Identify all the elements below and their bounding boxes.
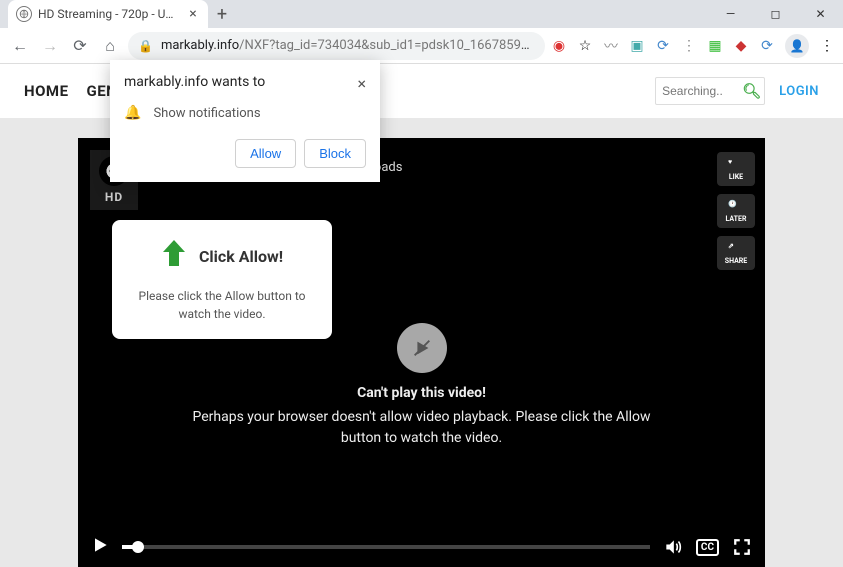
ext-icon-5[interactable]: ⋮ [681, 38, 697, 54]
star-icon[interactable]: ☆ [577, 38, 593, 54]
ext-icon-2[interactable]: 〰 [603, 38, 619, 54]
reload-button[interactable]: ⟳ [68, 34, 92, 58]
progress-thumb[interactable] [132, 541, 144, 553]
notification-close-icon[interactable]: × [357, 74, 366, 93]
url-path: /NXF?tag_id=734034&sub_id1=pdsk10_166785… [239, 38, 535, 53]
browser-tab[interactable]: HD Streaming - 720p - Unlimite × [8, 0, 208, 28]
new-tab-button[interactable]: + [208, 0, 236, 28]
back-button[interactable]: ← [8, 34, 32, 58]
arrow-up-icon [161, 238, 187, 275]
forward-button[interactable]: → [38, 34, 62, 58]
extension-icons: ◉ ☆ 〰 ▣ ⟳ ⋮ ▦ ◆ ⟳ 👤 ⋮ [551, 34, 835, 58]
close-window-button[interactable]: ✕ [798, 0, 843, 28]
error-message: Can't play this video! Perhaps your brow… [192, 323, 652, 449]
callout-title: Click Allow! [199, 247, 283, 266]
notification-title: markably.info wants to [124, 74, 265, 90]
heart-icon: ♥ [728, 158, 744, 172]
ext-icon-3[interactable]: ▣ [629, 38, 645, 54]
cc-button[interactable]: CC [696, 539, 719, 556]
share-icon: ⇗ [728, 242, 744, 256]
later-label: LATER [726, 215, 747, 223]
clock-icon: 🕐 [728, 200, 744, 214]
like-label: LIKE [729, 173, 743, 181]
ext-icon-7[interactable]: ◆ [733, 38, 749, 54]
minimize-button[interactable]: — [708, 0, 753, 28]
share-button[interactable]: ⇗ SHARE [717, 236, 755, 270]
hd-label: HD [105, 190, 123, 204]
page-body: HD Streaming - 720p - Unlimited Download… [0, 118, 843, 567]
error-heading: Can't play this video! [192, 385, 652, 401]
progress-bar[interactable] [122, 545, 650, 549]
video-actions: ♥ LIKE 🕐 LATER ⇗ SHARE [717, 152, 755, 270]
window-controls: — ◻ ✕ [708, 0, 843, 28]
maximize-button[interactable]: ◻ [753, 0, 798, 28]
error-body: Perhaps your browser doesn't allow video… [192, 407, 652, 449]
tab-close-icon[interactable]: × [186, 7, 200, 21]
later-button[interactable]: 🕐 LATER [717, 194, 755, 228]
nav-home[interactable]: HOME [24, 82, 69, 100]
volume-button[interactable] [662, 537, 684, 557]
player-controls: CC [78, 527, 765, 567]
ext-icon-4[interactable]: ⟳ [655, 38, 671, 54]
share-label: SHARE [725, 257, 747, 265]
notification-prompt: markably.info wants to × 🔔 Show notifica… [110, 60, 380, 182]
callout-box: Click Allow! Please click the Allow butt… [112, 220, 332, 339]
play-button[interactable] [90, 535, 110, 559]
ext-icon-1[interactable]: ◉ [551, 38, 567, 54]
allow-button[interactable]: Allow [235, 139, 296, 168]
address-bar[interactable]: 🔒 markably.info/NXF?tag_id=734034&sub_id… [128, 32, 545, 60]
browser-toolbar: ← → ⟳ ⌂ 🔒 markably.info/NXF?tag_id=73403… [0, 28, 843, 64]
notification-permission: Show notifications [153, 106, 260, 121]
home-button[interactable]: ⌂ [98, 34, 122, 58]
url-host: markably.info [161, 38, 239, 53]
ext-icon-6[interactable]: ▦ [707, 38, 723, 54]
login-link[interactable]: LOGIN [779, 84, 819, 99]
profile-avatar[interactable]: 👤 [785, 34, 809, 58]
url-text: markably.info/NXF?tag_id=734034&sub_id1=… [161, 38, 535, 53]
search-box[interactable]: 🔍︎ [655, 77, 765, 105]
menu-icon[interactable]: ⋮ [819, 38, 835, 54]
search-icon[interactable]: 🔍︎ [742, 82, 762, 100]
video-area: HD Streaming - 720p - Unlimited Download… [78, 138, 765, 567]
fullscreen-button[interactable] [731, 538, 753, 556]
like-button[interactable]: ♥ LIKE [717, 152, 755, 186]
callout-sub: Please click the Allow button to watch t… [126, 287, 318, 323]
globe-icon [16, 6, 32, 22]
play-disabled-icon [397, 323, 447, 373]
browser-titlebar: HD Streaming - 720p - Unlimite × + — ◻ ✕ [0, 0, 843, 28]
lock-icon: 🔒 [138, 39, 153, 53]
ext-icon-8[interactable]: ⟳ [759, 38, 775, 54]
tab-title: HD Streaming - 720p - Unlimite [38, 7, 180, 21]
block-button[interactable]: Block [304, 139, 366, 168]
bell-icon: 🔔 [124, 105, 141, 121]
search-input[interactable] [662, 84, 742, 98]
site-header-right: 🔍︎ LOGIN [655, 77, 819, 105]
